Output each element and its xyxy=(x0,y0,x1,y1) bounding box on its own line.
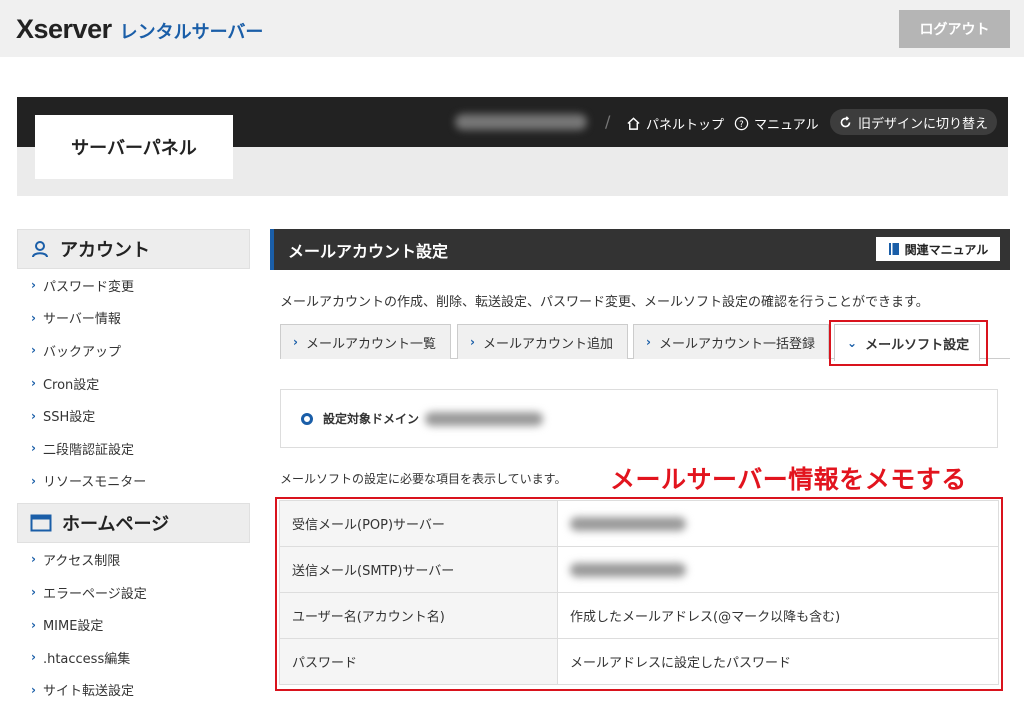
sidebar-item-htaccess[interactable]: › .htaccess編集 xyxy=(17,641,250,674)
old-design-label: 旧デザインに切り替え xyxy=(857,116,988,132)
main-content: メールアカウント設定 関連マニュアル メールアカウントの作成、削除、転送設定、パ… xyxy=(270,229,1010,361)
chevron-right-icon: › xyxy=(31,441,36,456)
nav-panel-top-label: パネルトップ xyxy=(646,118,725,133)
sidebar-item-ssh[interactable]: › SSH設定 xyxy=(17,399,250,432)
sidebar-item-label: Cron設定 xyxy=(42,377,100,393)
chevron-right-icon: › xyxy=(293,335,298,349)
radio-selected-icon xyxy=(301,412,313,425)
user-icon xyxy=(32,241,48,258)
nav-divider: / xyxy=(605,112,611,131)
sidebar-item-server-info[interactable]: › サーバー情報 xyxy=(17,302,250,335)
chevron-right-icon: › xyxy=(31,552,36,567)
tab-label: メールアカウント追加 xyxy=(482,336,613,352)
page-title-bar: メールアカウント設定 関連マニュアル xyxy=(270,229,1010,270)
sidebar: アカウント › パスワード変更 › サーバー情報 › バックアップ › Cron設定 ›… xyxy=(17,229,250,700)
sidebar-item-password[interactable]: › パスワード変更 xyxy=(17,269,250,302)
blurred-username xyxy=(455,114,587,130)
chevron-right-icon: › xyxy=(31,310,36,325)
chevron-right-icon: › xyxy=(31,585,36,600)
tab-account-list[interactable]: › メールアカウント一覧 xyxy=(280,324,451,359)
sidebar-item-label: サーバー情報 xyxy=(42,312,121,328)
related-manual-button[interactable]: 関連マニュアル xyxy=(876,237,1000,261)
panel-title: サーバーパネル xyxy=(35,115,233,179)
sidebar-item-site-forwarding[interactable]: › サイト転送設定 xyxy=(17,674,250,706)
related-manual-label: 関連マニュアル xyxy=(904,242,989,257)
old-design-toggle-button[interactable]: 旧デザインに切り替え xyxy=(830,109,997,135)
tab-label: メールアカウント一覧 xyxy=(305,336,436,352)
svg-text:?: ? xyxy=(739,119,743,129)
sidebar-item-resource-monitor[interactable]: › リソースモニター xyxy=(17,465,250,498)
nav-manual-label: マニュアル xyxy=(754,118,819,133)
sidebar-item-label: サイト転送設定 xyxy=(42,684,134,700)
sidebar-item-mime[interactable]: › MIME設定 xyxy=(17,608,250,641)
sidebar-item-label: パスワード変更 xyxy=(42,279,134,295)
logout-button[interactable]: ログアウト xyxy=(899,10,1010,48)
annotation-text: メールサーバー情報をメモする xyxy=(610,465,967,494)
highlight-frame-tab xyxy=(829,320,988,366)
chevron-right-icon: › xyxy=(31,278,36,293)
sidebar-section-account: アカウント xyxy=(17,229,250,269)
chevron-right-icon: › xyxy=(31,473,36,488)
tab-account-add[interactable]: › メールアカウント追加 xyxy=(457,324,628,359)
sidebar-item-label: アクセス制限 xyxy=(42,553,121,569)
help-circle-icon: ? xyxy=(734,116,749,131)
sidebar-item-label: リソースモニター xyxy=(42,475,147,491)
top-header: Xserver レンタルサーバー ログアウト xyxy=(0,0,1024,57)
sidebar-item-access-restriction[interactable]: › アクセス制限 xyxy=(17,543,250,576)
chevron-right-icon: › xyxy=(31,650,36,665)
sidebar-item-two-factor[interactable]: › 二段階認証設定 xyxy=(17,432,250,465)
tab-bulk-register[interactable]: › メールアカウント一括登録 xyxy=(633,324,829,359)
nav-manual-link[interactable]: ? マニュアル xyxy=(734,114,819,133)
book-icon xyxy=(888,243,899,255)
chevron-right-icon: › xyxy=(31,408,36,423)
sidebar-item-error-page[interactable]: › エラーページ設定 xyxy=(17,576,250,609)
home-icon xyxy=(627,117,640,130)
settings-note: メールソフトの設定に必要な項目を表示しています。 xyxy=(280,472,567,486)
chevron-right-icon: › xyxy=(646,335,651,349)
nav-panel-top-link[interactable]: パネルトップ xyxy=(626,114,724,133)
sidebar-section-homepage: ホームページ xyxy=(17,503,250,544)
sidebar-section-title: アカウント xyxy=(60,240,150,261)
sidebar-item-label: バックアップ xyxy=(42,344,121,360)
sidebar-section-title: ホームページ xyxy=(62,514,170,536)
chevron-right-icon: › xyxy=(31,343,36,358)
sidebar-item-label: .htaccess編集 xyxy=(42,651,131,667)
page-description: メールアカウントの作成、削除、転送設定、パスワード変更、メールソフト設定の確認を… xyxy=(280,295,929,310)
blurred-domain xyxy=(425,411,544,426)
chevron-right-icon: › xyxy=(31,617,36,632)
sidebar-item-label: MIME設定 xyxy=(42,619,104,635)
sidebar-item-cron[interactable]: › Cron設定 xyxy=(17,367,250,400)
chevron-right-icon: › xyxy=(470,335,475,349)
target-domain-box: 設定対象ドメイン xyxy=(280,389,998,448)
logo-brand: Xserver xyxy=(16,14,112,44)
sidebar-item-backup[interactable]: › バックアップ xyxy=(17,334,250,367)
sidebar-item-label: SSH設定 xyxy=(42,410,96,426)
sidebar-item-label: 二段階認証設定 xyxy=(42,442,134,458)
tab-label: メールアカウント一括登録 xyxy=(658,336,815,352)
chevron-right-icon: › xyxy=(31,682,36,697)
window-icon xyxy=(30,514,52,532)
target-domain-label: 設定対象ドメイン xyxy=(323,412,420,426)
refresh-icon xyxy=(840,115,851,127)
sidebar-item-label: エラーページ設定 xyxy=(42,586,147,602)
highlight-frame-table xyxy=(275,497,1003,691)
page-title: メールアカウント設定 xyxy=(288,241,449,261)
logo-product: レンタルサーバー xyxy=(119,22,264,43)
chevron-right-icon: › xyxy=(31,376,36,391)
logo[interactable]: Xserver レンタルサーバー xyxy=(16,14,263,45)
